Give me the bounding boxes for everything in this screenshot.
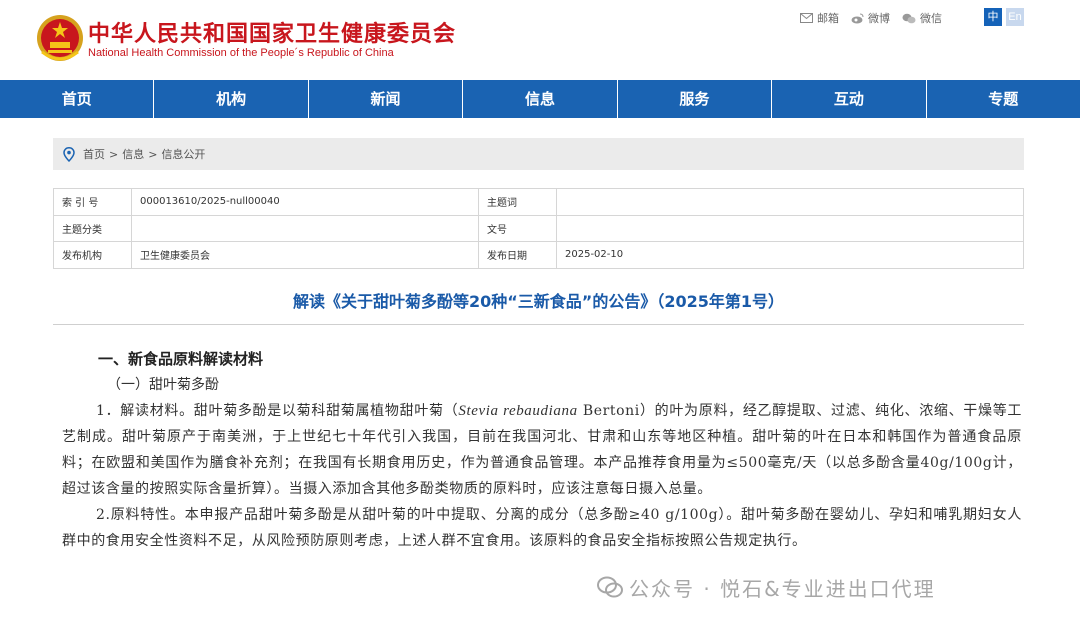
lang-en-button[interactable]: En (1006, 8, 1024, 26)
nav-item-service[interactable]: 服务 (618, 80, 773, 118)
paragraph-lead: 1．解读材料。甜叶菊多酚是以菊科甜菊属植物甜叶菊（ (96, 403, 459, 419)
site-name-en: National Health Commission of the People… (88, 47, 394, 59)
publish-date-label: 发布日期 (478, 241, 557, 269)
site-header: 中华人民共和国国家卫生健康委员会 National Health Commiss… (0, 0, 1080, 80)
topic-category-label: 主题分类 (53, 214, 132, 242)
breadcrumb-disclosure[interactable]: 信息公开 (161, 146, 205, 162)
breadcrumb-separator: > (148, 147, 158, 161)
top-links: 邮箱 微博 微信 (800, 10, 942, 26)
article-title: 解读《关于甜叶菊多酚等20种“三新食品”的公告》（2025年第1号） (293, 292, 784, 311)
topic-category-value (131, 214, 479, 242)
mail-label: 邮箱 (817, 12, 839, 25)
document-info-table: 索 引 号 000013610/2025-null00040 主题词 主题分类 … (53, 188, 1024, 269)
nav-item-information[interactable]: 信息 (463, 80, 618, 118)
subsection-heading: （一）甜叶菊多酚 (107, 377, 219, 393)
site-name-cn[interactable]: 中华人民共和国国家卫生健康委员会 (88, 16, 456, 48)
title-divider (53, 324, 1024, 325)
main-nav: 首页 机构 新闻 信息 服务 互动 专题 (0, 80, 1080, 118)
nav-item-interaction[interactable]: 互动 (772, 80, 927, 118)
publish-date-value: 2025-02-10 (556, 241, 1024, 269)
table-row: 索 引 号 000013610/2025-null00040 主题词 (53, 188, 1024, 216)
publisher-label: 发布机构 (53, 241, 132, 269)
nav-item-topics[interactable]: 专题 (927, 80, 1080, 118)
nav-item-news[interactable]: 新闻 (309, 80, 464, 118)
wechat-icon (597, 576, 623, 598)
lang-zh-button[interactable]: 中 (984, 8, 1002, 26)
watermark-text: 公众号 · 悦石&专业进出口代理 (629, 576, 936, 601)
breadcrumb: 首页 > 信息 > 信息公开 (53, 138, 1024, 170)
article-body: 一、新食品原料解读材料 （一）甜叶菊多酚 1．解读材料。甜叶菊多酚是以菊科甜菊属… (62, 346, 1022, 554)
paragraph-interpretation: 1．解读材料。甜叶菊多酚是以菊科甜菊属植物甜叶菊（Stevia rebaudia… (62, 398, 1022, 502)
weibo-link[interactable]: 微博 (851, 10, 890, 26)
keywords-label: 主题词 (478, 188, 557, 216)
paragraph-properties: 2.原料特性。本申报产品甜叶菊多酚是从甜叶菊的叶中提取、分离的成分（总多酚≥40… (62, 507, 1022, 549)
weibo-label: 微博 (868, 12, 890, 25)
table-row: 发布机构 卫生健康委员会 发布日期 2025-02-10 (53, 241, 1024, 269)
mail-link[interactable]: 邮箱 (800, 10, 839, 26)
table-row: 主题分类 文号 (53, 214, 1024, 242)
breadcrumb-information[interactable]: 信息 (122, 146, 144, 162)
wechat-link[interactable]: 微信 (902, 10, 942, 26)
wechat-icon (902, 13, 916, 23)
breadcrumb-home[interactable]: 首页 (83, 146, 105, 162)
breadcrumb-separator: > (109, 147, 119, 161)
location-pin-icon (63, 146, 75, 162)
document-number-label: 文号 (478, 214, 557, 242)
keywords-value (556, 188, 1024, 216)
nav-item-home[interactable]: 首页 (0, 80, 155, 118)
document-number-value (556, 214, 1024, 242)
publisher-value: 卫生健康委员会 (131, 241, 479, 269)
nav-item-organization[interactable]: 机构 (154, 80, 309, 118)
wechat-label: 微信 (920, 12, 942, 25)
latin-name: Stevia rebaudiana (458, 403, 578, 419)
weibo-icon (851, 13, 864, 23)
index-number-label: 索 引 号 (53, 188, 132, 216)
section-heading: 一、新食品原料解读材料 (98, 350, 264, 368)
watermark: 公众号 · 悦石&专业进出口代理 (597, 572, 936, 602)
national-emblem-icon[interactable] (36, 12, 84, 64)
mail-icon (800, 13, 813, 23)
index-number-value: 000013610/2025-null00040 (131, 188, 479, 216)
